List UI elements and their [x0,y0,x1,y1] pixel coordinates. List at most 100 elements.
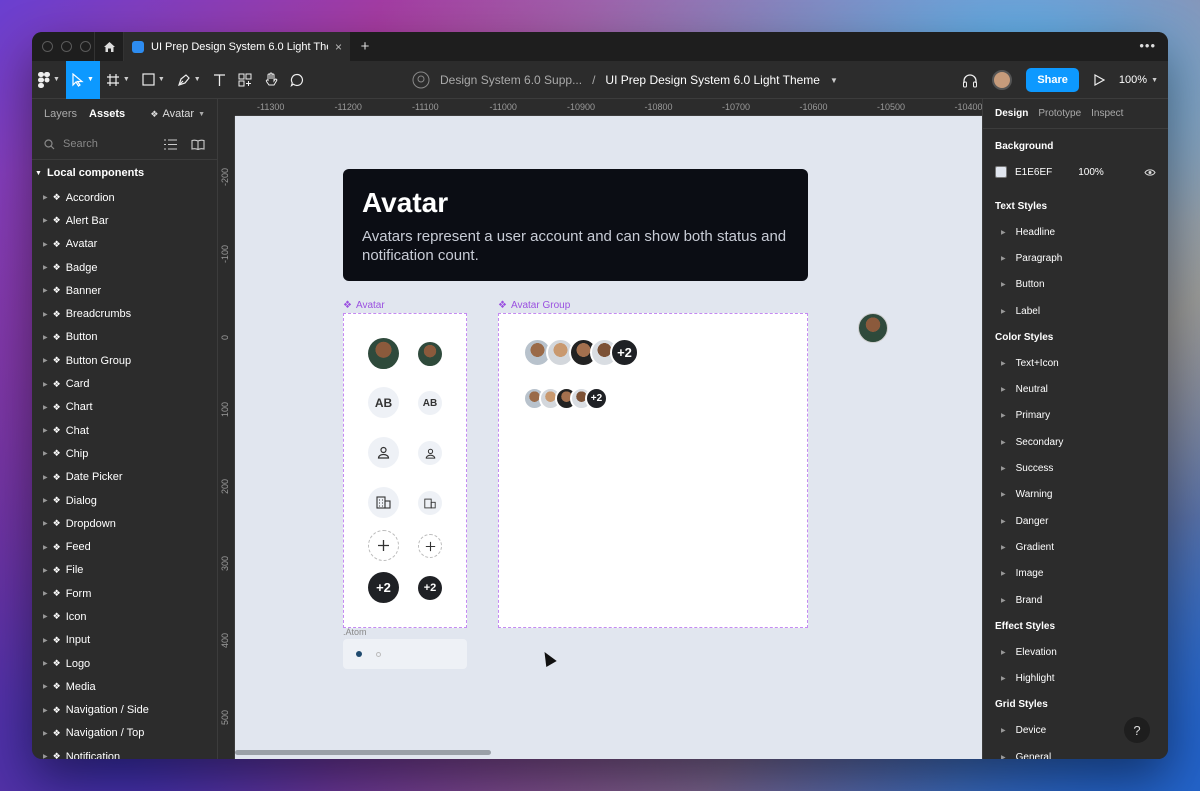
style-item[interactable]: ▶ Danger [983,508,1168,534]
hand-tool[interactable] [258,61,284,99]
close-window-button[interactable] [42,41,53,52]
avatar-count-large[interactable]: +2 [368,572,399,603]
user-avatar[interactable] [992,70,1013,90]
team-avatar-icon[interactable] [412,71,430,89]
component-item[interactable]: ▶ ❖ Accordion [32,186,217,209]
avatar-initials-small[interactable]: AB [418,391,442,415]
chevron-down-icon[interactable]: ▼ [830,76,838,85]
component-item[interactable]: ▶ ❖ Badge [32,256,217,279]
avatar-group-component-set[interactable]: +2 +2 [498,313,808,628]
style-item[interactable]: ▶ Text+Icon [983,350,1168,376]
style-item[interactable]: ▶ Headline [983,219,1168,245]
tab-inspect[interactable]: Inspect [1091,108,1123,119]
home-button[interactable] [94,32,124,61]
zoom-level[interactable]: 100% [1119,74,1147,86]
style-item[interactable]: ▶ General [983,744,1168,759]
style-item[interactable]: ▶ Brand [983,587,1168,613]
avatar-add-large[interactable] [368,530,399,561]
avatar-count-small[interactable]: +2 [418,576,442,600]
component-item[interactable]: ▶ ❖ Feed [32,535,217,558]
chevron-down-icon[interactable]: ▼ [1151,77,1158,84]
close-tab-icon[interactable]: × [335,40,342,54]
headphones-icon[interactable] [962,73,978,88]
avatar-user-small[interactable] [418,441,442,465]
main-menu-button[interactable]: ▼ [32,61,66,99]
pen-tool[interactable]: ▼ [171,61,207,99]
new-tab-button[interactable]: + [350,38,380,55]
component-item[interactable]: ▶ ❖ Alert Bar [32,209,217,232]
component-item[interactable]: ▶ ❖ Media [32,675,217,698]
text-tool[interactable] [207,61,232,99]
minimize-window-button[interactable] [61,41,72,52]
share-button[interactable]: Share [1026,68,1079,92]
component-item[interactable]: ▶ ❖ File [32,559,217,582]
breadcrumb-project[interactable]: Design System 6.0 Supp... [440,73,582,87]
component-item[interactable]: ▶ ❖ Card [32,372,217,395]
more-menu-icon[interactable]: ••• [1139,38,1156,53]
list-view-icon[interactable] [164,138,177,150]
component-item[interactable]: ▶ ❖ Icon [32,605,217,628]
background-swatch[interactable] [995,166,1007,178]
component-item[interactable]: ▶ ❖ Chat [32,419,217,442]
avatar-header-card[interactable]: Avatar Avatars represent a user account … [343,169,808,281]
component-item[interactable]: ▶ ❖ Chip [32,442,217,465]
zoom-window-button[interactable] [80,41,91,52]
page-selector[interactable]: ❖ Avatar ▼ [150,108,205,120]
tab-assets[interactable]: Assets [89,108,125,120]
component-item[interactable]: ▶ ❖ Form [32,582,217,605]
component-item[interactable]: ▶ ❖ Navigation / Side [32,699,217,722]
horizontal-scrollbar[interactable] [235,750,491,755]
avatar-building-large[interactable] [368,487,399,518]
avatar-instance[interactable] [858,313,888,343]
style-item[interactable]: ▶ Paragraph [983,245,1168,271]
style-item[interactable]: ▶ Warning [983,482,1168,508]
assets-search[interactable]: Search [32,129,217,160]
tab-prototype[interactable]: Prototype [1038,108,1081,119]
component-item[interactable]: ▶ ❖ Banner [32,279,217,302]
help-button[interactable]: ? [1124,717,1150,743]
component-item[interactable]: ▶ ❖ Navigation / Top [32,722,217,745]
component-item[interactable]: ▶ ❖ Button [32,326,217,349]
component-item[interactable]: ▶ ❖ Dialog [32,489,217,512]
search-input[interactable]: Search [63,138,98,150]
library-book-icon[interactable] [191,139,205,150]
atom-component[interactable] [343,639,467,669]
component-item[interactable]: ▶ ❖ Date Picker [32,466,217,489]
background-fill-row[interactable]: E1E6EF 100% [983,159,1168,185]
background-opacity[interactable]: 100% [1078,167,1104,178]
tab-layers[interactable]: Layers [44,108,77,120]
style-item[interactable]: ▶ Highlight [983,665,1168,691]
design-canvas[interactable]: Avatar Avatars represent a user account … [235,116,982,759]
play-icon[interactable] [1093,74,1105,86]
style-item[interactable]: ▶ Image [983,561,1168,587]
component-item[interactable]: ▶ ❖ Breadcrumbs [32,302,217,325]
avatar-initials-large[interactable]: AB [368,387,399,418]
component-item[interactable]: ▶ ❖ Input [32,629,217,652]
avatar-photo-small[interactable] [418,342,442,366]
local-components-header[interactable]: ▼ Local components [32,160,217,186]
style-item[interactable]: ▶ Elevation [983,639,1168,665]
style-item[interactable]: ▶ Button [983,272,1168,298]
component-item[interactable]: ▶ ❖ Notification [32,745,217,759]
style-item[interactable]: ▶ Primary [983,403,1168,429]
style-item[interactable]: ▶ Secondary [983,429,1168,455]
shape-tool[interactable]: ▼ [136,61,171,99]
style-item[interactable]: ▶ Label [983,298,1168,324]
eye-icon[interactable] [1144,168,1156,177]
tab-design[interactable]: Design [995,108,1028,119]
component-item[interactable]: ▶ ❖ Avatar [32,233,217,256]
style-item[interactable]: ▶ Neutral [983,376,1168,402]
file-tab[interactable]: UI Prep Design System 6.0 Light Theme × [124,32,350,61]
avatar-photo-large[interactable] [368,338,399,369]
avatar-group-frame-label[interactable]: ❖ Avatar Group [498,300,570,311]
component-item[interactable]: ▶ ❖ Chart [32,396,217,419]
style-item[interactable]: ▶ Gradient [983,534,1168,560]
avatar-component-set[interactable]: AB AB +2 +2 [343,313,467,628]
component-item[interactable]: ▶ ❖ Logo [32,652,217,675]
avatar-building-small[interactable] [418,491,442,515]
frame-tool[interactable]: ▼ [100,61,136,99]
avatar-user-large[interactable] [368,437,399,468]
component-item[interactable]: ▶ ❖ Dropdown [32,512,217,535]
resources-tool[interactable] [232,61,258,99]
comment-tool[interactable] [284,61,310,99]
